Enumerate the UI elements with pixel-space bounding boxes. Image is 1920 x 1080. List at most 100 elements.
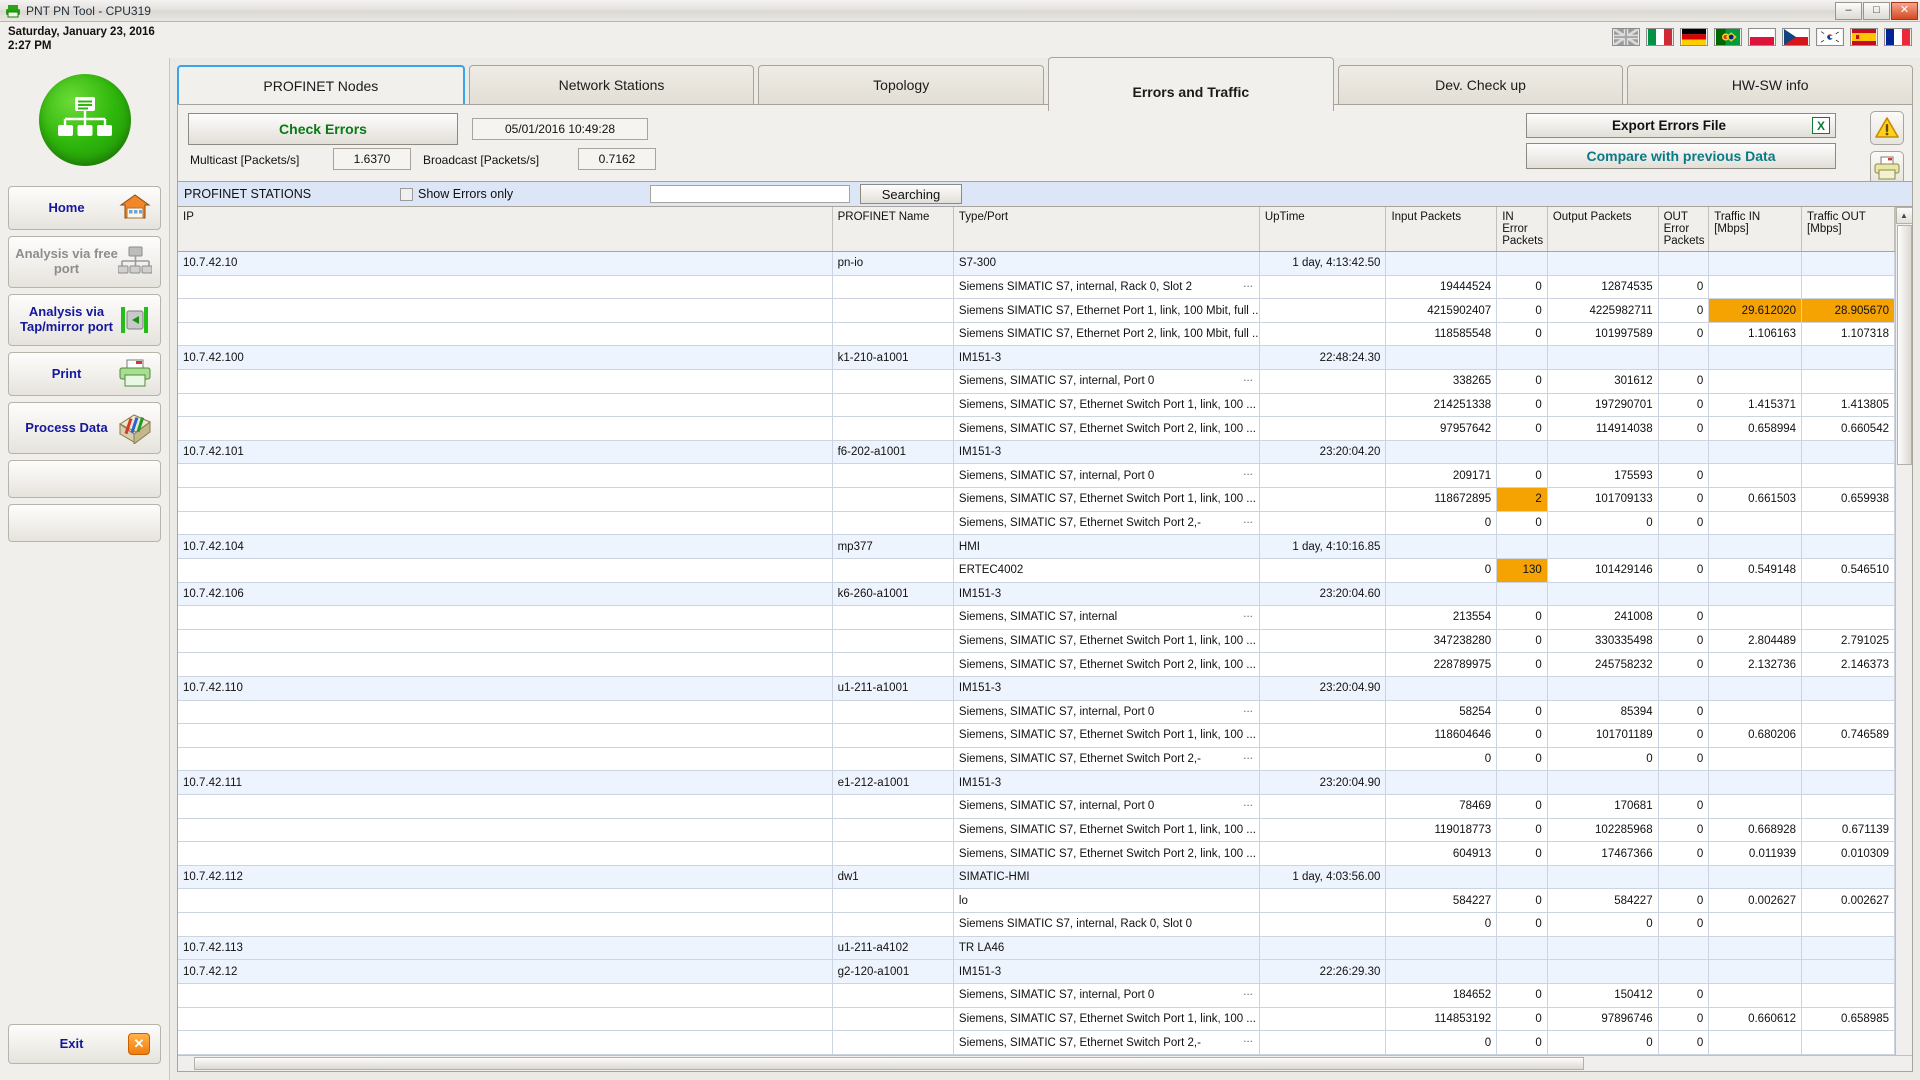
table-row[interactable]: Siemens, SIMATIC S7, internal... 213554 0 2… — [178, 605, 1895, 630]
table-row[interactable]: Siemens SIMATIC S7, internal, Rack 0, Sl… — [178, 912, 1895, 937]
table-row[interactable]: 10.7.42.111 e1-212-a1001 IM151-3 23:20:04.9… — [178, 770, 1895, 796]
flag-poland[interactable] — [1748, 28, 1776, 46]
table-row[interactable]: 10.7.42.112 dw1 SIMATIC-HMI 1 day, 4:03:56.… — [178, 865, 1895, 890]
uptime-cell — [1259, 912, 1387, 937]
profinet-name-cell — [832, 393, 954, 418]
table-row[interactable]: Siemens, SIMATIC S7, Ethernet Switch Por… — [178, 818, 1895, 843]
table-row[interactable]: 10.7.42.10 pn-io S7-300 1 day, 4:13:42.50 — [178, 251, 1895, 276]
output-packets-cell — [1547, 582, 1659, 607]
output-packets-cell: 150412 — [1547, 983, 1659, 1008]
out-error-packets-cell: 0 — [1658, 983, 1710, 1008]
table-row[interactable]: 10.7.42.110 u1-211-a1001 IM151-3 23:20:04.9… — [178, 676, 1895, 701]
table-row[interactable]: Siemens SIMATIC S7, internal, Rack 0, Sl… — [178, 275, 1895, 300]
column-header-output-packets[interactable]: Output Packets — [1547, 207, 1659, 252]
out-error-packets-cell: 0 — [1658, 1030, 1710, 1055]
sidebar-item-process-data[interactable]: Process Data — [8, 402, 161, 454]
traffic-out-cell — [1801, 1030, 1895, 1055]
table-row[interactable]: Siemens, SIMATIC S7, Ethernet Switch Por… — [178, 511, 1895, 536]
check-errors-button[interactable]: Check Errors — [188, 113, 458, 145]
maximize-button[interactable]: □ — [1863, 1, 1890, 20]
table-row[interactable]: Siemens, SIMATIC S7, internal, Port 0...… — [178, 369, 1895, 394]
sidebar-item-print[interactable]: Print — [8, 352, 161, 396]
table-row[interactable]: lo 584227 0 584227 0 0.002627 0.002627 — [178, 888, 1895, 914]
table-row[interactable]: Siemens, SIMATIC S7, internal, Port 0...… — [178, 983, 1895, 1008]
uptime-cell — [1259, 629, 1387, 654]
controls-toolbar: Check Errors 05/01/2016 10:49:28 Multica… — [178, 105, 1912, 185]
flag-south-korea[interactable] — [1816, 28, 1844, 46]
table-row[interactable]: Siemens, SIMATIC S7, Ethernet Switch Por… — [178, 841, 1895, 866]
tab-errors-and-traffic[interactable]: Errors and Traffic — [1048, 57, 1334, 111]
column-header-input-packets[interactable]: Input Packets — [1385, 207, 1498, 252]
table-row[interactable]: 10.7.42.101 f6-202-a1001 IM151-3 23:20:04.2… — [178, 440, 1895, 465]
stations-filter-bar: PROFINET STATIONS Show Errors only Searc… — [178, 181, 1912, 207]
column-header-traffic-in[interactable]: Traffic IN [Mbps] — [1708, 207, 1803, 252]
vertical-scrollbar-thumb[interactable] — [1897, 225, 1912, 465]
search-button[interactable]: Searching — [860, 184, 962, 204]
table-row[interactable]: Siemens, SIMATIC S7, Ethernet Switch Por… — [178, 723, 1895, 748]
tab-network-stations[interactable]: Network Stations — [468, 65, 755, 104]
vertical-scrollbar[interactable]: ▲ — [1895, 207, 1912, 1055]
table-row[interactable]: Siemens, SIMATIC S7, internal, Port 0...… — [178, 794, 1895, 819]
flag-czech[interactable] — [1782, 28, 1810, 46]
sidebar-item-home[interactable]: Home — [8, 186, 161, 230]
table-row[interactable]: Siemens, SIMATIC S7, Ethernet Switch Por… — [178, 652, 1895, 677]
table-row[interactable]: ERTEC4002 0 130 101429146 0 0.549148 0.546510 — [178, 558, 1895, 583]
sidebar-item-analysis-free-port[interactable]: Analysis via free port — [8, 236, 161, 288]
table-row[interactable]: 10.7.42.104 mp377 HMI 1 day, 4:10:16.85 — [178, 534, 1895, 559]
flag-uk[interactable] — [1612, 28, 1640, 46]
column-header-ip[interactable]: IP — [178, 207, 833, 252]
traffic-in-cell — [1708, 983, 1803, 1008]
table-row[interactable]: Siemens, SIMATIC S7, internal, Port 0...… — [178, 463, 1895, 489]
show-errors-only-checkbox[interactable] — [400, 187, 413, 201]
traffic-in-cell: 0.661503 — [1708, 487, 1803, 512]
sidebar-item-empty-1[interactable] — [8, 460, 161, 498]
flag-portugal-brazil[interactable] — [1714, 28, 1742, 46]
out-error-packets-cell: 0 — [1658, 605, 1710, 630]
column-header-out-error-packets[interactable]: OUT Error Packets — [1658, 207, 1710, 252]
table-row[interactable]: Siemens SIMATIC S7, Ethernet Port 1, lin… — [178, 298, 1895, 323]
type-port-cell: Siemens, SIMATIC S7, Ethernet Switch Por… — [953, 747, 1260, 772]
tab-dev-check-up[interactable]: Dev. Check up — [1337, 65, 1624, 104]
sidebar-item-empty-2[interactable] — [8, 504, 161, 542]
flag-spain[interactable] — [1850, 28, 1878, 46]
column-header-uptime[interactable]: UpTime — [1259, 207, 1387, 252]
scroll-up-arrow-icon[interactable]: ▲ — [1895, 207, 1912, 224]
table-row[interactable]: Siemens, SIMATIC S7, Ethernet Switch Por… — [178, 1030, 1895, 1055]
table-row[interactable]: 10.7.42.113 u1-211-a4102 TR LA46 — [178, 936, 1895, 961]
column-header-type-port[interactable]: Type/Port — [953, 207, 1260, 252]
search-input[interactable] — [650, 185, 850, 203]
table-row[interactable]: 10.7.42.100 k1-210-a1001 IM151-3 22:48:24.3… — [178, 345, 1895, 371]
printer-icon — [118, 358, 152, 390]
close-button[interactable]: ✕ — [1891, 1, 1918, 20]
show-errors-only-control[interactable]: Show Errors only — [400, 187, 513, 201]
flag-germany[interactable] — [1680, 28, 1708, 46]
column-header-in-error-packets[interactable]: IN Error Packets — [1496, 207, 1548, 252]
column-header-profinet-name[interactable]: PROFINET Name — [832, 207, 954, 252]
warning-triangle-icon[interactable] — [1870, 111, 1904, 145]
table-row[interactable]: Siemens SIMATIC S7, Ethernet Port 2, lin… — [178, 322, 1895, 347]
exit-button[interactable]: Exit ✕ — [8, 1024, 161, 1064]
table-row[interactable]: Siemens, SIMATIC S7, internal, Port 0...… — [178, 700, 1895, 725]
compare-with-previous-data-button[interactable]: Compare with previous Data — [1526, 143, 1836, 169]
flag-france[interactable] — [1884, 28, 1912, 46]
table-row[interactable]: Siemens, SIMATIC S7, Ethernet Switch Por… — [178, 747, 1895, 772]
minimize-button[interactable]: – — [1835, 1, 1862, 20]
export-errors-file-button[interactable]: Export Errors File X — [1526, 113, 1836, 138]
printer-icon-button[interactable] — [1870, 151, 1904, 185]
table-row[interactable]: Siemens, SIMATIC S7, Ethernet Switch Por… — [178, 1007, 1895, 1032]
tab-profinet-nodes[interactable]: PROFINET Nodes — [177, 65, 465, 104]
table-row[interactable]: Siemens, SIMATIC S7, Ethernet Switch Por… — [178, 487, 1895, 512]
table-row[interactable]: Siemens, SIMATIC S7, Ethernet Switch Por… — [178, 393, 1895, 418]
horizontal-scrollbar[interactable] — [178, 1055, 1912, 1071]
table-row[interactable]: 10.7.42.106 k6-260-a1001 IM151-3 23:20:04.6… — [178, 582, 1895, 607]
horizontal-scrollbar-thumb[interactable] — [194, 1057, 1584, 1070]
table-row[interactable]: Siemens, SIMATIC S7, Ethernet Switch Por… — [178, 629, 1895, 654]
sidebar-item-analysis-tap-mirror-port[interactable]: Analysis via Tap/mirror port — [8, 294, 161, 346]
table-row[interactable]: Siemens, SIMATIC S7, Ethernet Switch Por… — [178, 416, 1895, 441]
tab-topology[interactable]: Topology — [758, 65, 1045, 104]
profinet-name-cell — [832, 888, 954, 914]
tab-hw-sw-info[interactable]: HW-SW info — [1627, 65, 1914, 104]
flag-italy[interactable] — [1646, 28, 1674, 46]
column-header-traffic-out[interactable]: Traffic OUT [Mbps] — [1801, 207, 1895, 252]
table-row[interactable]: 10.7.42.12 g2-120-a1001 IM151-3 22:26:29.30 — [178, 959, 1895, 984]
